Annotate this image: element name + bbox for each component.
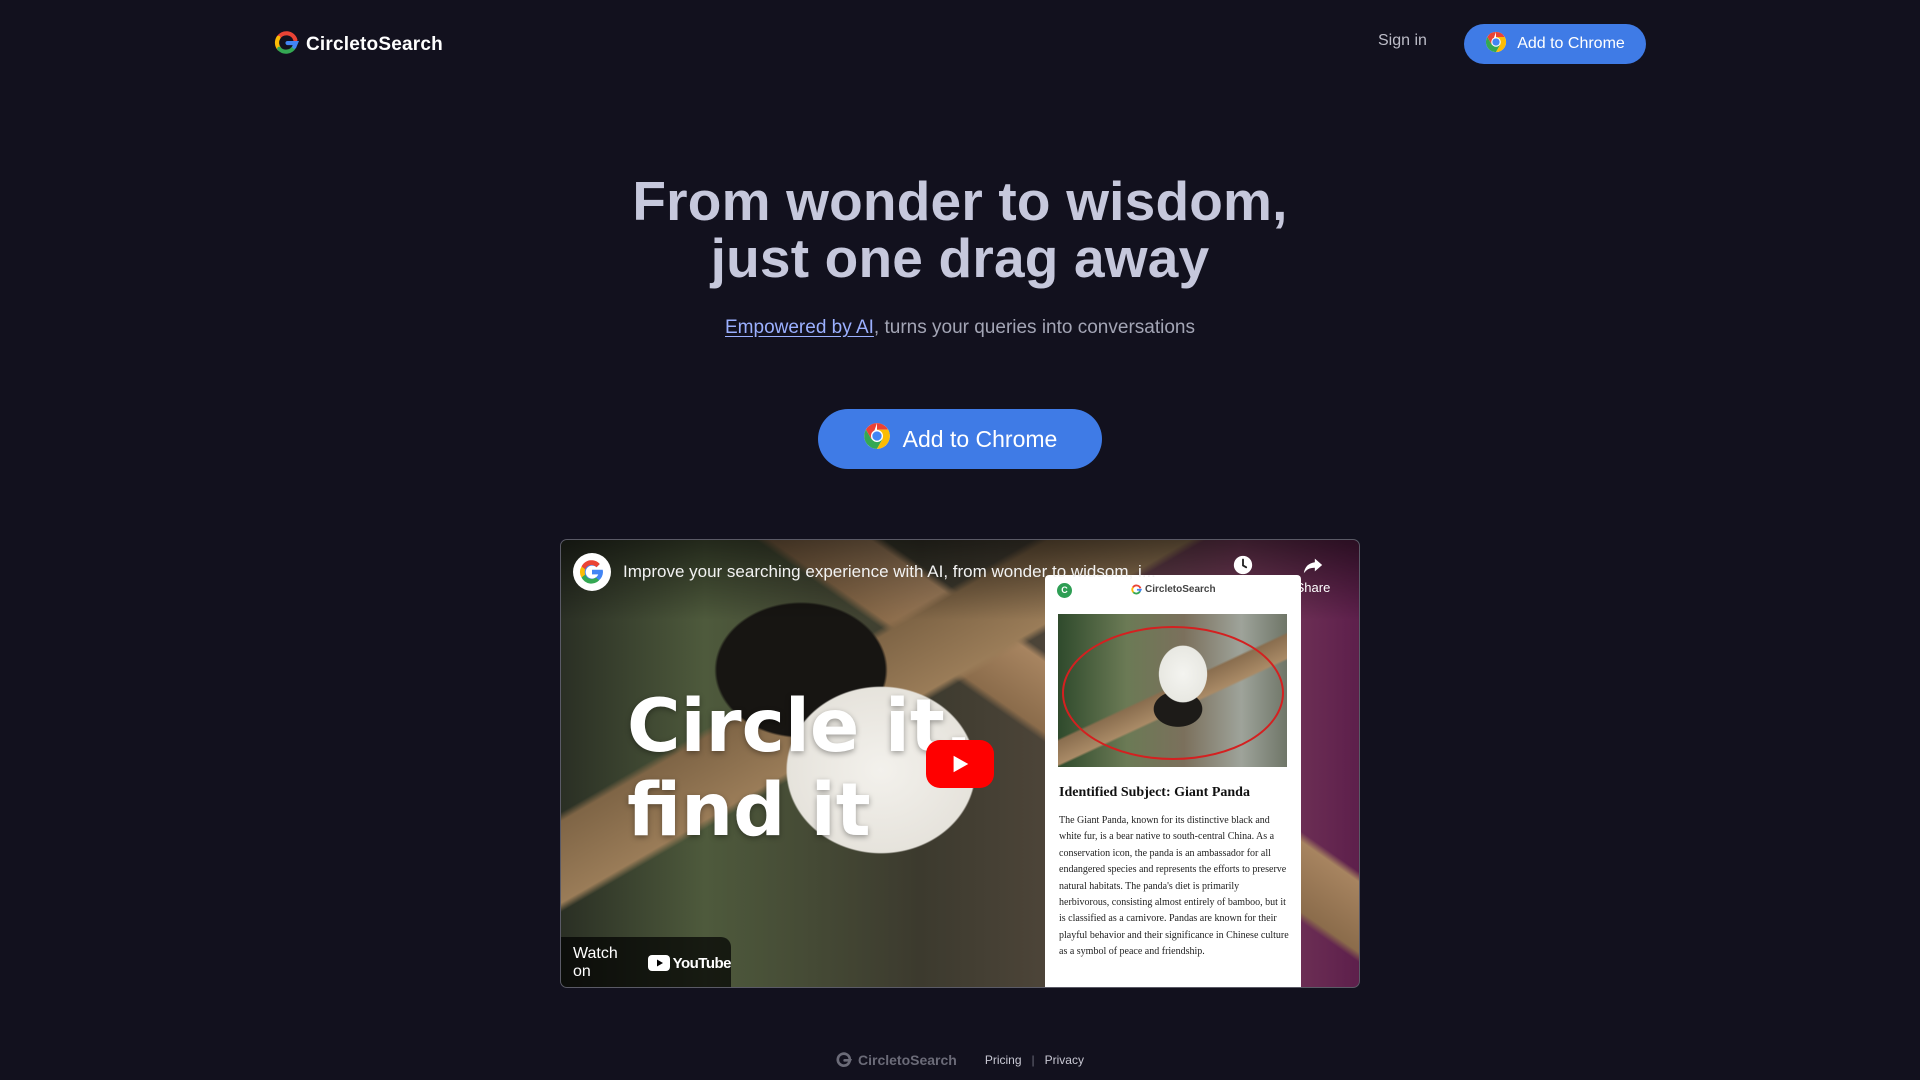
watch-later-button[interactable]: Watch later xyxy=(1213,554,1273,610)
brand-name: CircletoSearch xyxy=(306,34,443,55)
share-button[interactable]: Share xyxy=(1283,554,1343,595)
video-overlay-line2: find it xyxy=(627,768,871,853)
share-icon xyxy=(1303,558,1323,574)
popup-description: The Giant Panda, known for its distincti… xyxy=(1059,815,1289,958)
circletosearch-logo-icon xyxy=(1131,584,1142,595)
chrome-icon xyxy=(1485,31,1507,58)
chrome-icon xyxy=(863,422,891,456)
search-result-popup: C CircletoSearch Identified Subject: Gia… xyxy=(1045,575,1301,987)
google-avatar-icon[interactable] xyxy=(573,553,611,591)
sign-in-link[interactable]: Sign in xyxy=(1378,32,1427,50)
share-label: Share xyxy=(1295,580,1331,595)
youtube-logo: YouTube xyxy=(647,954,732,972)
hero-add-to-chrome-label: Add to Chrome xyxy=(902,425,1058,452)
circle-selection xyxy=(1062,626,1284,760)
footer-link-pricing[interactable]: Pricing xyxy=(985,1053,1022,1067)
youtube-video-embed[interactable]: Circle it, find it C CircletoSearch Iden… xyxy=(560,539,1360,988)
youtube-label: YouTube xyxy=(672,954,732,972)
hero-title-line2: just one drag away xyxy=(710,227,1210,289)
footer-link-privacy[interactable]: Privacy xyxy=(1045,1053,1084,1067)
play-button[interactable] xyxy=(926,740,994,788)
watch-on-youtube-button[interactable]: Watch on YouTube xyxy=(561,937,732,987)
hero-title-line1: From wonder to wisdom, xyxy=(632,170,1288,232)
video-title[interactable]: Improve your searching experience with A… xyxy=(623,562,1183,582)
popup-status-dot: C xyxy=(1057,582,1072,598)
footer-separator: | xyxy=(1031,1053,1035,1067)
popup-brand-name: CircletoSearch xyxy=(1145,584,1216,595)
youtube-icon xyxy=(647,955,670,971)
panda-image xyxy=(1058,614,1287,767)
play-icon xyxy=(953,755,969,773)
footer-brand-name: CircletoSearch xyxy=(858,1052,957,1068)
circletosearch-logo-icon xyxy=(274,30,300,60)
brand-logo[interactable]: CircletoSearch xyxy=(274,30,443,60)
popup-brand: CircletoSearch xyxy=(1131,584,1216,595)
empowered-by-ai-link[interactable]: Empowered by AI xyxy=(725,317,874,338)
footer: CircletoSearch Pricing | Privacy xyxy=(0,1052,1920,1068)
video-overlay-line1: Circle it, xyxy=(627,684,973,769)
watch-later-label: Watch later xyxy=(1224,580,1262,610)
hero-subtitle-text: , turns your queries into conversations xyxy=(873,317,1195,338)
footer-brand[interactable]: CircletoSearch xyxy=(836,1052,957,1068)
hero-add-to-chrome-button[interactable]: Add to Chrome xyxy=(818,409,1102,469)
circletosearch-logo-icon xyxy=(836,1052,852,1067)
hero-subtitle: Empowered by AI, turns your queries into… xyxy=(0,317,1920,339)
watch-on-label: Watch on xyxy=(573,945,618,980)
header-add-to-chrome-button[interactable]: Add to Chrome xyxy=(1464,24,1646,64)
popup-heading: Identified Subject: Giant Panda xyxy=(1059,785,1250,800)
hero-title: From wonder to wisdom, just one drag awa… xyxy=(0,173,1920,287)
clock-icon xyxy=(1233,555,1253,575)
header-add-to-chrome-label: Add to Chrome xyxy=(1517,35,1625,52)
video-overlay-text: Circle it, find it xyxy=(627,685,972,853)
